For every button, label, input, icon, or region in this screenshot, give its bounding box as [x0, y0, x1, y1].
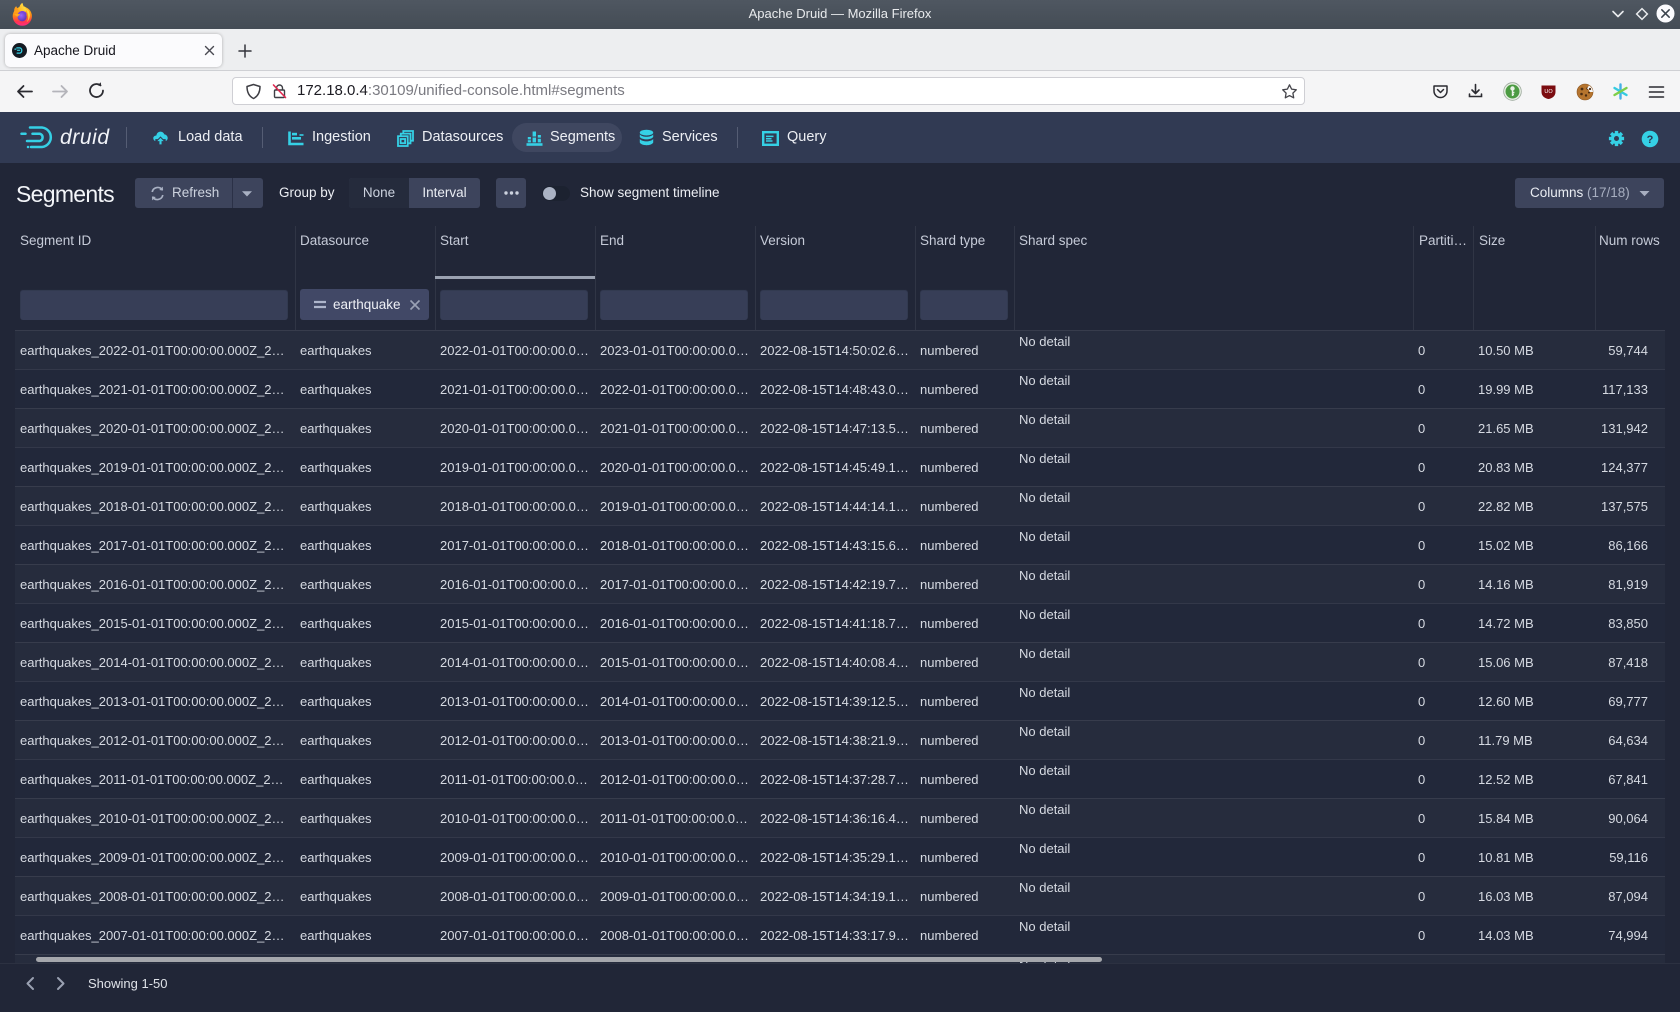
svg-text:?: ?	[1647, 134, 1654, 146]
svg-text:UO: UO	[1544, 89, 1553, 95]
